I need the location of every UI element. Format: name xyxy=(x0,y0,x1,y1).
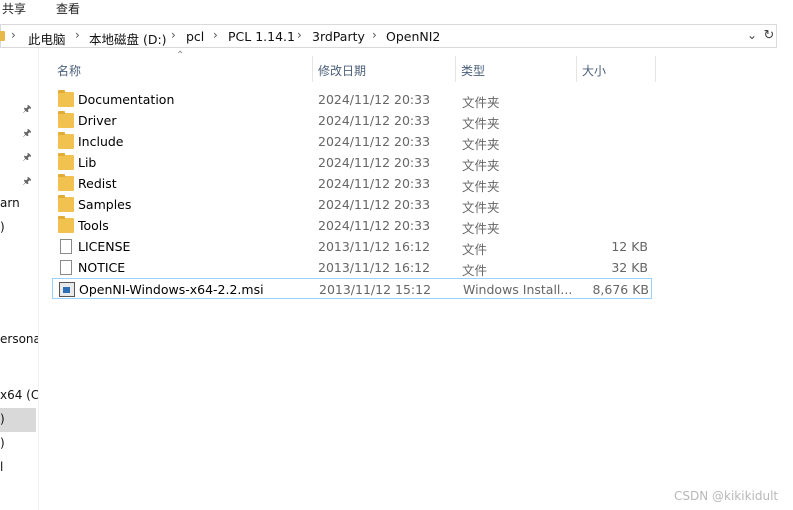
file-name: NOTICE xyxy=(78,260,126,275)
file-date: 2013/11/12 16:12 xyxy=(318,239,431,254)
folder-icon xyxy=(58,132,74,149)
folder-icon xyxy=(58,216,74,233)
file-name: Include xyxy=(78,134,124,149)
nav-item[interactable]: ) xyxy=(0,436,5,450)
column-header-size-label: 大小 xyxy=(582,64,607,78)
column-header-type-label: 类型 xyxy=(461,64,486,78)
file-date: 2024/11/12 20:33 xyxy=(318,113,431,128)
breadcrumb-separator[interactable]: › xyxy=(11,28,16,42)
nav-item-selected[interactable]: ) xyxy=(0,412,5,426)
folder-icon xyxy=(58,195,74,212)
file-type: 文件夹 xyxy=(462,221,500,236)
file-type: 文件夹 xyxy=(462,137,500,152)
column-header-date-label: 修改日期 xyxy=(318,64,367,78)
file-name: Lib xyxy=(78,155,97,170)
breadcrumb-pcl-version[interactable]: PCL 1.14.1 xyxy=(228,29,295,44)
file-date: 2013/11/12 15:12 xyxy=(319,282,432,297)
file-type: 文件夹 xyxy=(462,179,500,194)
watermark: CSDN @kikikidult xyxy=(674,489,779,503)
file-name: LICENSE xyxy=(78,239,131,254)
breadcrumb-separator[interactable]: › xyxy=(171,28,176,42)
file-row[interactable]: LICENSE 2013/11/12 16:12 文件 12 KB xyxy=(52,236,652,257)
breadcrumb-this-pc[interactable]: 此电脑 xyxy=(28,29,66,48)
breadcrumb-pcl[interactable]: pcl xyxy=(186,29,204,44)
nav-item[interactable]: l xyxy=(0,460,3,474)
file-size: 8,676 KB xyxy=(592,282,649,297)
folder-icon xyxy=(58,153,74,170)
column-header-name[interactable]: 名称 xyxy=(52,56,312,82)
nav-item[interactable]: ) xyxy=(0,220,5,234)
nav-item[interactable]: ersona xyxy=(0,332,38,346)
navigation-pane: 🖈 🖈 🖈 🖈 arn ) ersona x64 (C ) ) l xyxy=(0,48,39,510)
file-date: 2024/11/12 20:33 xyxy=(318,218,431,233)
file-row[interactable]: Include 2024/11/12 20:33 文件夹 xyxy=(52,131,652,152)
pin-icon[interactable]: 🖈 xyxy=(21,150,33,163)
file-date: 2013/11/12 16:12 xyxy=(318,260,431,275)
breadcrumb-separator[interactable]: › xyxy=(213,28,218,42)
nav-selected-highlight xyxy=(0,408,36,432)
file-type: 文件夹 xyxy=(462,95,500,110)
file-name: Driver xyxy=(78,113,117,128)
pin-icon[interactable]: 🖈 xyxy=(21,174,33,187)
file-name: OpenNI-Windows-x64-2.2.msi xyxy=(79,282,264,297)
file-icon xyxy=(60,260,72,275)
file-icon xyxy=(60,239,72,254)
folder-icon xyxy=(0,31,5,41)
file-row[interactable]: Tools 2024/11/12 20:33 文件夹 xyxy=(52,215,652,236)
folder-icon xyxy=(58,111,74,128)
breadcrumb-separator[interactable]: › xyxy=(372,28,377,42)
nav-item[interactable]: x64 (C xyxy=(0,388,38,402)
file-type: 文件夹 xyxy=(462,116,500,131)
file-name: Tools xyxy=(78,218,109,233)
file-date: 2024/11/12 20:33 xyxy=(318,197,431,212)
file-date: 2024/11/12 20:33 xyxy=(318,92,431,107)
file-type: 文件夹 xyxy=(462,200,500,215)
column-header-size[interactable]: 大小 xyxy=(577,56,655,82)
tab-view[interactable]: 查看 xyxy=(56,0,80,17)
file-date: 2024/11/12 20:33 xyxy=(318,155,431,170)
address-bar[interactable]: › 此电脑 › 本地磁盘 (D:) › pcl › PCL 1.14.1 › 3… xyxy=(0,24,777,48)
file-row[interactable]: Documentation 2024/11/12 20:33 文件夹 xyxy=(52,89,652,110)
file-row[interactable]: Driver 2024/11/12 20:33 文件夹 xyxy=(52,110,652,131)
column-header-name-label: 名称 xyxy=(57,64,82,78)
file-type: 文件夹 xyxy=(462,158,500,173)
file-name: Redist xyxy=(78,176,117,191)
file-row[interactable]: NOTICE 2013/11/12 16:12 文件 32 KB xyxy=(52,257,652,278)
pin-icon[interactable]: 🖈 xyxy=(21,102,33,115)
column-divider[interactable] xyxy=(655,56,656,82)
file-name: Samples xyxy=(78,197,132,212)
file-size: 12 KB xyxy=(611,239,648,254)
breadcrumb-separator[interactable]: › xyxy=(75,28,80,42)
breadcrumb-separator[interactable]: › xyxy=(297,28,302,42)
file-type: Windows Install... xyxy=(463,282,573,297)
breadcrumb-openni2[interactable]: OpenNI2 xyxy=(386,29,440,44)
ribbon: 共享 查看 xyxy=(0,0,793,18)
file-size: 32 KB xyxy=(611,260,648,275)
pin-icon[interactable]: 🖈 xyxy=(21,126,33,139)
column-header-type[interactable]: 类型 xyxy=(456,56,576,82)
tab-share[interactable]: 共享 xyxy=(2,0,26,17)
breadcrumb-3rdparty[interactable]: 3rdParty xyxy=(312,29,365,44)
chevron-down-icon[interactable]: ⌄ xyxy=(744,28,760,44)
file-type: 文件 xyxy=(462,242,488,257)
column-header-date[interactable]: 修改日期 xyxy=(313,56,455,82)
folder-icon xyxy=(58,174,74,191)
folder-icon xyxy=(58,90,74,107)
file-row-selected[interactable]: OpenNI-Windows-x64-2.2.msi 2013/11/12 15… xyxy=(52,278,652,299)
msi-installer-icon xyxy=(59,282,75,297)
file-date: 2024/11/12 20:33 xyxy=(318,176,431,191)
breadcrumb-drive-d[interactable]: 本地磁盘 (D:) xyxy=(89,29,167,48)
file-type: 文件 xyxy=(462,263,488,278)
refresh-icon[interactable]: ↻ xyxy=(761,28,777,44)
nav-item[interactable]: arn xyxy=(0,196,20,210)
file-row[interactable]: Redist 2024/11/12 20:33 文件夹 xyxy=(52,173,652,194)
file-date: 2024/11/12 20:33 xyxy=(318,134,431,149)
file-row[interactable]: Lib 2024/11/12 20:33 文件夹 xyxy=(52,152,652,173)
file-row[interactable]: Samples 2024/11/12 20:33 文件夹 xyxy=(52,194,652,215)
file-name: Documentation xyxy=(78,92,175,107)
